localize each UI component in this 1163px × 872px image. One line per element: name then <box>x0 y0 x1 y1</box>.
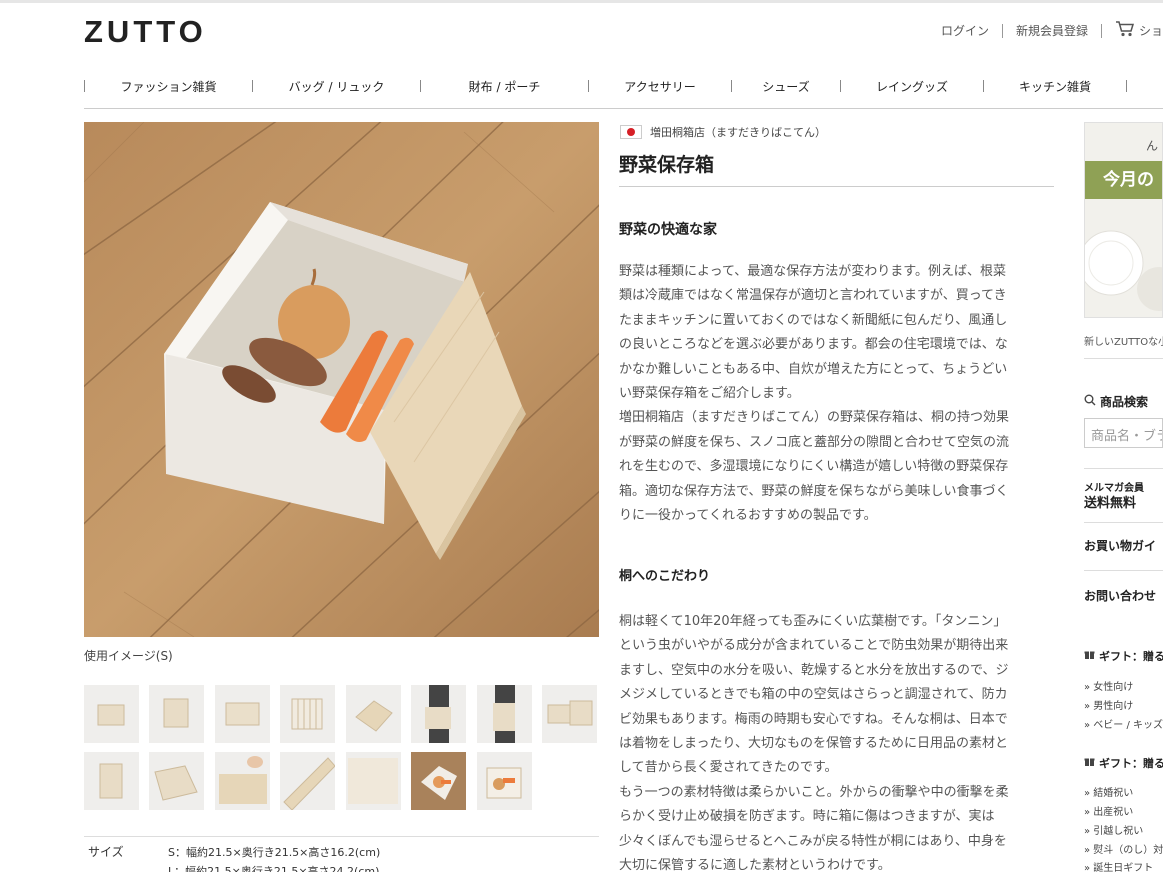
thumbnail-4[interactable] <box>280 685 335 743</box>
section-heading-2: 桐へのこだわり <box>619 569 711 584</box>
thumbnail-10[interactable] <box>149 752 204 810</box>
thumbnail-1[interactable] <box>84 685 139 743</box>
spec-size-label: サイズ <box>88 845 124 859</box>
spec-divider <box>84 836 599 837</box>
category-nav: ファッション雑貨 バッグ / リュック 財布 / ポーチ アクセサリー シューズ… <box>84 76 1163 96</box>
sidebar-divider <box>1084 358 1163 359</box>
divider <box>1100 23 1102 38</box>
section-heading-1: 野菜の快適な家 <box>619 222 717 238</box>
nav-item-kitchen[interactable]: キッチン雑貨 <box>984 78 1126 95</box>
utility-nav: ログイン 新規会員登録 ショ <box>941 20 1163 41</box>
spec-size-l: L：幅約21.5×奥行き21.5×高さ24.2(cm) <box>168 865 380 872</box>
site-logo[interactable]: ZUTTO <box>84 14 207 50</box>
nav-item-shoes[interactable]: シューズ <box>732 78 840 95</box>
nav-item-wallets[interactable]: 財布 / ポーチ <box>421 78 588 95</box>
nav-item-bags[interactable]: バッグ / リュック <box>253 78 420 95</box>
nav-item-fashion[interactable]: ファッション雑貨 <box>85 78 252 95</box>
gift-icon <box>1084 756 1095 770</box>
thumbnail-3[interactable] <box>215 685 270 743</box>
top-border <box>0 0 1163 3</box>
plate-image <box>1085 230 1162 311</box>
thumbnail-8[interactable] <box>542 685 597 743</box>
nav-divider <box>1126 80 1127 92</box>
free-shipping-label[interactable]: 送料無料 <box>1084 492 1136 511</box>
search-input[interactable]: 商品名・ブラ <box>1084 418 1163 448</box>
gift-icon <box>1084 649 1095 663</box>
divider <box>1001 23 1003 38</box>
japan-flag-icon <box>620 125 642 139</box>
gift-link-kids[interactable]: » ベビー / キッズ <box>1084 716 1163 731</box>
register-link[interactable]: 新規会員登録 <box>1016 22 1088 39</box>
product-title: 野菜保存箱 <box>619 154 715 176</box>
thumbnail-5[interactable] <box>346 685 401 743</box>
gift-section-2: ギフト：贈る <box>1084 755 1163 771</box>
sidebar-divider <box>1084 522 1163 523</box>
thumbnail-6[interactable] <box>411 685 466 743</box>
cart-label: ショ <box>1138 24 1163 38</box>
login-link[interactable]: ログイン <box>941 22 989 39</box>
shop-name: 増田桐箱店（ますだきりばこてん） <box>650 126 826 139</box>
gift-link-birth[interactable]: » 出産祝い <box>1084 803 1133 818</box>
banner-heading: 今月の <box>1085 161 1162 199</box>
sidebar-divider <box>1084 468 1163 469</box>
nav-item-accessories[interactable]: アクセサリー <box>589 78 731 95</box>
gift-link-men[interactable]: » 男性向け <box>1084 697 1133 712</box>
cart-link[interactable]: ショ <box>1115 20 1163 41</box>
monthly-feature-banner[interactable]: ん 今月の <box>1084 122 1163 318</box>
description-paragraph-2: 桐は軽くて10年20年経っても歪みにくい広葉樹です。「タンニン」 という虫がいや… <box>619 614 1009 872</box>
gift-link-wedding[interactable]: » 結婚祝い <box>1084 784 1133 799</box>
gift-link-birthday[interactable]: » 誕生日ギフト <box>1084 859 1153 872</box>
banner-corner-text: ん <box>1145 139 1158 153</box>
gift-link-moving[interactable]: » 引越し祝い <box>1084 822 1143 837</box>
shop-link[interactable]: 増田桐箱店（ますだきりばこてん） <box>620 124 826 140</box>
gift-section-1: ギフト：贈る <box>1084 648 1163 664</box>
thumbnail-15[interactable] <box>477 752 532 810</box>
thumbnail-14[interactable] <box>411 752 466 810</box>
contact-link[interactable]: お問い合わせ <box>1084 587 1156 604</box>
gift-link-women[interactable]: » 女性向け <box>1084 678 1133 693</box>
description-paragraph-1: 野菜は種類によって、最適な保存方法が変わります。例えば、根菜 類は冷蔵庫ではなく… <box>619 264 1010 524</box>
thumbnail-2[interactable] <box>149 685 204 743</box>
spec-size-s: S：幅約21.5×奥行き21.5×高さ16.2(cm) <box>168 846 381 859</box>
shopping-guide-link[interactable]: お買い物ガイ <box>1084 537 1156 554</box>
sidebar-divider <box>1084 570 1163 571</box>
image-caption: 使用イメージ(S) <box>84 649 173 663</box>
thumbnail-7[interactable] <box>477 685 532 743</box>
title-divider <box>619 186 1054 187</box>
thumbnail-13[interactable] <box>346 752 401 810</box>
thumbnail-11[interactable] <box>215 752 270 810</box>
thumbnail-12[interactable] <box>280 752 335 810</box>
cart-icon <box>1115 20 1135 41</box>
nav-underline <box>84 108 1163 109</box>
search-heading: 商品検索 <box>1084 393 1148 410</box>
main-product-image[interactable] <box>84 122 599 637</box>
nav-item-rain[interactable]: レイングッズ <box>841 78 983 95</box>
banner-note: 新しいZUTTOな小 <box>1084 337 1163 348</box>
search-icon <box>1084 394 1096 409</box>
gift-link-noshi[interactable]: » 熨斗（のし）対 <box>1084 841 1163 856</box>
thumbnail-9[interactable] <box>84 752 139 810</box>
